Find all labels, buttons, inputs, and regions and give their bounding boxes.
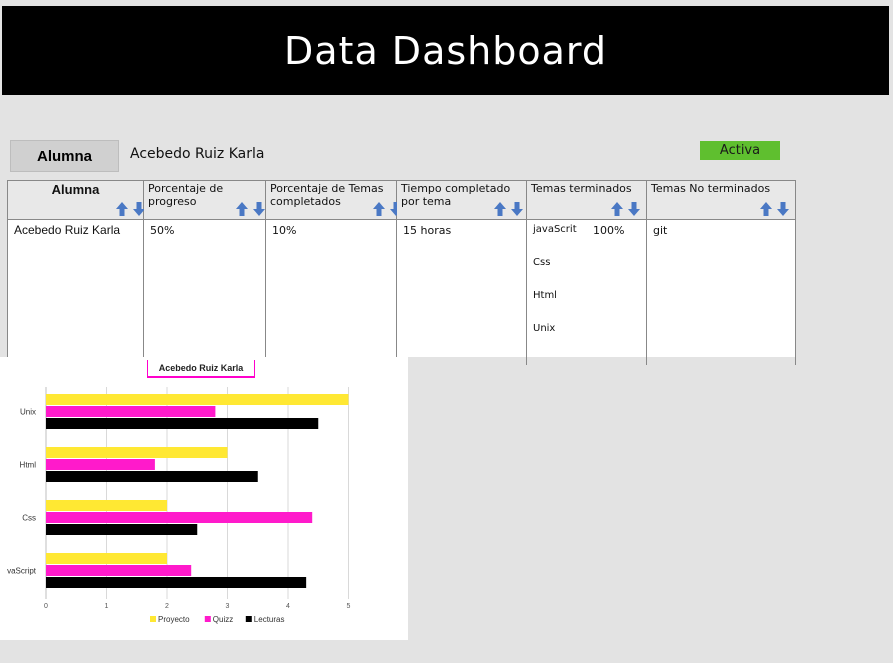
topic-list: javaScrit 100% Css Html Unix	[533, 224, 640, 356]
page-header: Data Dashboard	[2, 6, 889, 95]
category-label: Html	[20, 461, 37, 470]
page-title: Data Dashboard	[284, 28, 607, 73]
x-tick-label: 4	[286, 603, 290, 610]
category-label: Unix	[20, 408, 36, 417]
header-alumna-label: Alumna	[51, 182, 100, 197]
cell-temas-terminados: javaScrit 100% Css Html Unix	[526, 219, 647, 365]
sort-controls	[760, 202, 789, 216]
legend-swatch	[150, 616, 156, 622]
table-row: Acebedo Ruiz Karla 50% 10% 15 horas java…	[7, 219, 796, 365]
topic-name: javaScrit	[533, 224, 577, 235]
header-temas-terminados: Temas terminados	[526, 180, 647, 220]
bar-chart: 0 1 2 3 4 5 Unix Html Css vaScript Proyecto Quizz Le…	[7, 387, 351, 624]
header-alumna: Alumna	[7, 180, 145, 220]
arrow-up-icon[interactable]	[236, 202, 248, 216]
cell-progreso: 50%	[143, 219, 266, 365]
header-progreso-label: Porcentaje de progreso	[148, 182, 224, 208]
legend-swatch	[204, 616, 211, 622]
topic-percent: 100%	[593, 224, 625, 237]
arrow-up-icon[interactable]	[611, 202, 623, 216]
header-temas-terminados-label: Temas terminados	[531, 182, 632, 195]
cell-temas-no-terminados: git	[646, 219, 796, 365]
bar-quizz	[46, 406, 216, 417]
arrow-down-icon[interactable]	[628, 202, 640, 216]
header-tiempo: Tiempo completado por tema	[396, 180, 527, 220]
x-tick-label: 2	[165, 603, 169, 610]
legend-swatch	[245, 616, 252, 622]
student-name: Acebedo Ruiz Karla	[130, 146, 265, 162]
table-header-row: Alumna Porcentaje de progreso Porcentaje…	[7, 180, 796, 220]
x-tick-label: 1	[105, 603, 109, 610]
cell-tiempo: 15 horas	[396, 219, 527, 365]
bar-proyecto	[46, 500, 167, 511]
sort-controls	[494, 202, 523, 216]
bar-proyecto	[46, 553, 167, 564]
arrow-down-icon[interactable]	[253, 202, 265, 216]
progress-table: Alumna Porcentaje de progreso Porcentaje…	[7, 180, 796, 365]
cell-alumna: Acebedo Ruiz Karla	[7, 219, 144, 365]
x-tick-label: 0	[44, 603, 48, 610]
x-tick-label: 5	[347, 603, 351, 610]
status-badge: Activa	[700, 141, 780, 160]
list-item: Css	[533, 257, 551, 268]
chart-panel: Acebedo Ruiz Karla 0 1 2 3 4 5 Unix Html Css vaSc…	[0, 357, 408, 640]
bar-lecturas	[46, 577, 307, 588]
sort-controls	[116, 202, 145, 216]
student-button[interactable]: Alumna	[10, 140, 119, 172]
bar-lecturas	[46, 471, 258, 482]
bar-quizz	[46, 512, 313, 523]
sort-controls	[236, 202, 265, 216]
bar-lecturas	[46, 418, 319, 429]
bar-lecturas	[46, 524, 198, 535]
list-item: Unix	[533, 323, 556, 334]
legend-label: Quizz	[213, 615, 233, 624]
category-label: vaScript	[7, 567, 37, 576]
header-temas-no-terminados: Temas No terminados	[646, 180, 796, 220]
arrow-down-icon[interactable]	[511, 202, 523, 216]
bar-proyecto	[46, 394, 349, 405]
category-label: Css	[22, 514, 36, 523]
arrow-up-icon[interactable]	[760, 202, 772, 216]
cell-temas-completados: 10%	[265, 219, 397, 365]
x-tick-label: 3	[226, 603, 230, 610]
arrow-up-icon[interactable]	[373, 202, 385, 216]
header-temas-no-terminados-label: Temas No terminados	[651, 182, 771, 195]
header-temas-completados: Porcentaje de Temas completados	[265, 180, 402, 220]
sort-controls	[611, 202, 640, 216]
bar-quizz	[46, 565, 192, 576]
header-temas-completados-label: Porcentaje de Temas completados	[270, 182, 384, 208]
header-progreso: Porcentaje de progreso	[143, 180, 266, 220]
arrow-up-icon[interactable]	[116, 202, 128, 216]
list-item: javaScrit 100%	[533, 224, 640, 257]
bar-quizz	[46, 459, 155, 470]
arrow-down-icon[interactable]	[777, 202, 789, 216]
arrow-up-icon[interactable]	[494, 202, 506, 216]
legend-label: Proyecto	[158, 615, 190, 624]
legend-label: Lecturas	[254, 615, 285, 624]
list-item: Html	[533, 290, 557, 301]
bar-proyecto	[46, 447, 228, 458]
